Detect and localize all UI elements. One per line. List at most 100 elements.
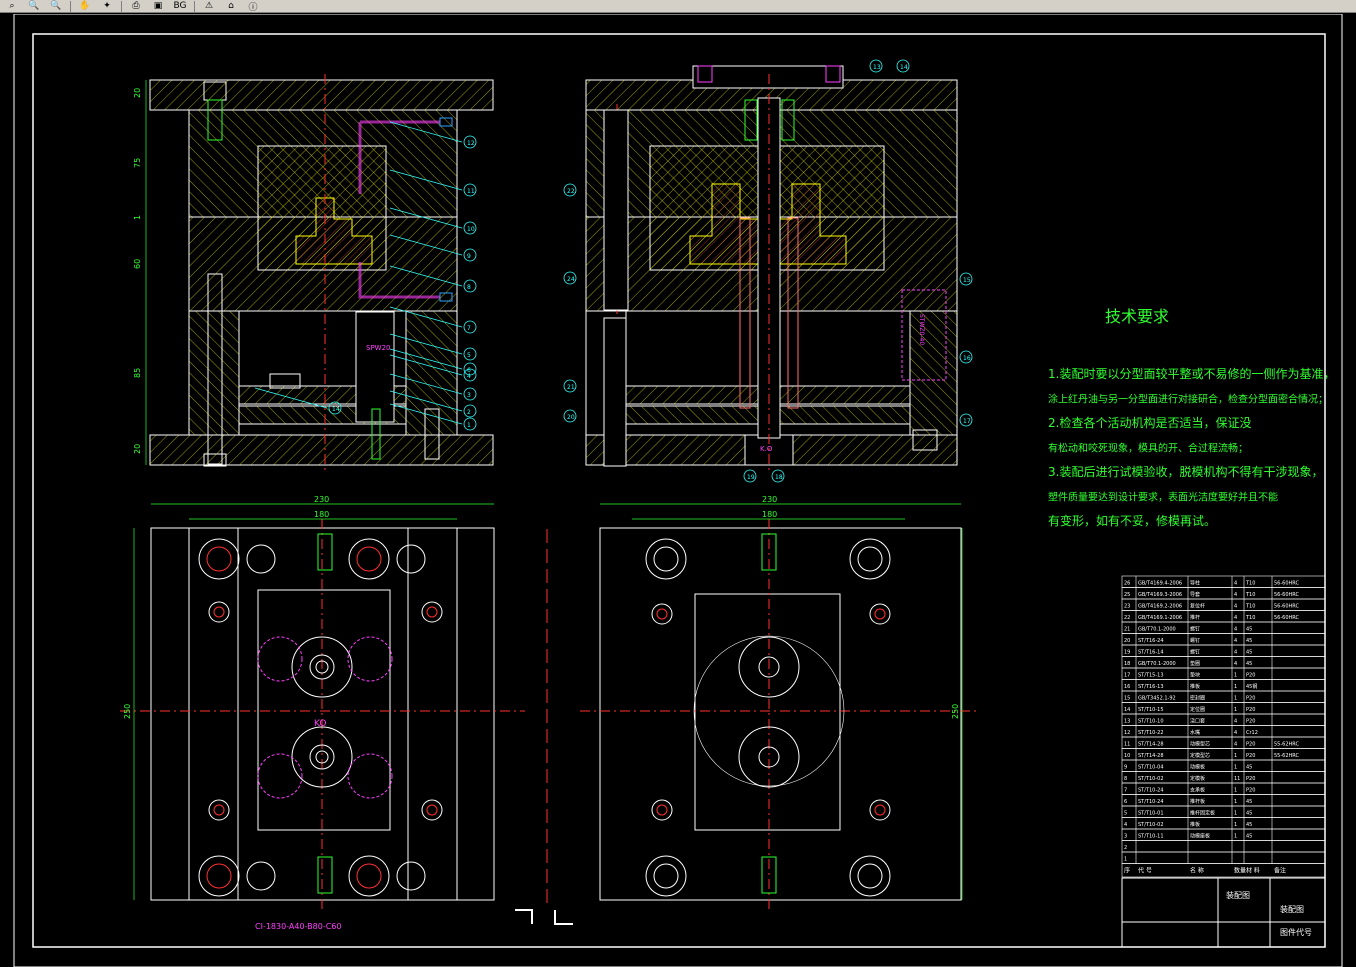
svg-text:装配图: 装配图 — [1280, 904, 1304, 914]
svg-text:数量: 数量 — [1234, 867, 1246, 875]
svg-text:动模型芯: 动模型芯 — [1190, 741, 1210, 748]
bom-row: 25 GB/T4169.3-2006 导套 4 T10 56-60HRC — [1121, 587, 1326, 600]
svg-text:序: 序 — [1124, 867, 1130, 875]
svg-text:5: 5 — [467, 352, 471, 359]
svg-text:推杆板: 推杆板 — [1190, 798, 1205, 805]
bom-row: 7 ST/T10-24 支承板 1 P20 — [1121, 782, 1326, 795]
svg-text:复位杆: 复位杆 — [1190, 603, 1205, 610]
bom-row: 26 GB/T4169.4-2006 导柱 4 T10 56-60HRC — [1121, 575, 1326, 588]
svg-text:20: 20 — [567, 414, 575, 421]
svg-text:17: 17 — [963, 418, 971, 425]
svg-text:1: 1 — [1234, 822, 1237, 828]
balloon: 18 — [771, 469, 785, 483]
copy-icon[interactable]: ▣ — [148, 0, 168, 12]
tech-line: 有松动和咬死现象，模具的开、合过程流畅； — [1048, 442, 1248, 455]
bom-row: 19 ST/T16-14 螺钉 4 45 — [1121, 644, 1326, 657]
svg-text:4: 4 — [1124, 822, 1127, 828]
zoom-window-icon[interactable]: ⌕ — [2, 0, 22, 12]
svg-text:ST/T10-24: ST/T10-24 — [1138, 799, 1164, 805]
svg-text:85: 85 — [133, 368, 142, 378]
tech-line: 2.检查各个活动机构是否适当，保证没 — [1048, 415, 1251, 430]
svg-text:180: 180 — [762, 510, 777, 519]
zoom-out-icon[interactable]: 🔍 — [24, 0, 44, 12]
svg-text:ST/T10-01: ST/T10-01 — [1138, 811, 1164, 817]
svg-text:GB/T70.1-2000: GB/T70.1-2000 — [1138, 661, 1176, 667]
properties-icon[interactable]: ⚠ — [199, 0, 219, 12]
svg-text:1: 1 — [1124, 857, 1127, 863]
svg-text:ST/T10-10: ST/T10-10 — [1138, 719, 1164, 725]
svg-text:1: 1 — [1234, 799, 1237, 805]
bom-row: 4 ST/T10-02 推板 1 45 — [1121, 817, 1326, 830]
svg-text:14: 14 — [332, 406, 340, 413]
plan-view-right: 230 180 250 — [580, 495, 980, 909]
bom-row: 17 ST/T15-13 垫块 1 P20 — [1121, 667, 1326, 680]
tech-line: 有变形，如有不妥，修模再试。 — [1048, 513, 1216, 528]
bom-row: 3 ST/T10-11 动模座板 1 45 — [1121, 828, 1326, 841]
svg-text:20: 20 — [133, 88, 142, 98]
svg-text:Cr12: Cr12 — [1246, 730, 1258, 736]
cad-toolbar: ⌕ 🔍 🔍 ✋ ✦ ⎙ ▣ BG ⚠ ⌂ ⓘ — [0, 0, 1356, 13]
svg-text:P20: P20 — [1246, 673, 1255, 679]
svg-text:16: 16 — [963, 355, 971, 362]
svg-text:垫圈: 垫圈 — [1190, 660, 1200, 667]
bom-row: 12 ST/T10-22 水嘴 4 Cr12 — [1121, 725, 1326, 738]
svg-text:T10: T10 — [1245, 581, 1255, 587]
svg-text:垫块: 垫块 — [1190, 672, 1200, 679]
svg-text:6: 6 — [1124, 799, 1127, 805]
svg-text:推板: 推板 — [1190, 683, 1200, 690]
bom-row: 6 ST/T10-24 推杆板 1 45 — [1121, 794, 1326, 807]
svg-text:11: 11 — [467, 188, 475, 195]
svg-text:定模型芯: 定模型芯 — [1190, 752, 1210, 759]
svg-text:密封圈: 密封圈 — [1190, 695, 1205, 702]
background-color-label[interactable]: BG — [170, 0, 190, 12]
bom-table: 26 GB/T4169.4-2006 导柱 4 T10 56-60HRC 25 GB/T416… — [1121, 575, 1326, 878]
svg-text:导套: 导套 — [1190, 591, 1200, 598]
info-icon[interactable]: ⓘ — [243, 0, 263, 13]
svg-text:P20: P20 — [1246, 707, 1255, 713]
technical-requirements: 技术要求 1.装配时要以分型面较平整或不易修的一侧作为基准， 涂上红丹油与另一分型… — [1048, 307, 1335, 528]
svg-text:T10: T10 — [1245, 604, 1255, 610]
svg-text:23: 23 — [1124, 604, 1130, 610]
svg-text:2: 2 — [467, 409, 471, 416]
pan-icon[interactable]: ✋ — [75, 0, 95, 12]
svg-text:22: 22 — [1124, 615, 1130, 621]
svg-text:支承板: 支承板 — [1190, 787, 1205, 794]
svg-text:ST/T16-14: ST/T16-14 — [1138, 650, 1164, 656]
svg-text:1: 1 — [133, 215, 142, 220]
svg-text:16: 16 — [1124, 684, 1130, 690]
svg-text:P20: P20 — [1246, 696, 1255, 702]
svg-text:GB/T4169.3-2006: GB/T4169.3-2006 — [1138, 592, 1182, 598]
print-icon[interactable]: ⎙ — [126, 0, 146, 12]
svg-text:180: 180 — [314, 510, 329, 519]
svg-text:装配图: 装配图 — [1226, 890, 1250, 900]
svg-text:螺钉: 螺钉 — [1190, 637, 1200, 644]
svg-text:1: 1 — [1234, 673, 1237, 679]
svg-text:250: 250 — [123, 704, 132, 719]
svg-text:1: 1 — [1234, 707, 1237, 713]
svg-text:45: 45 — [1246, 650, 1252, 656]
tech-title: 技术要求 — [1105, 307, 1169, 326]
svg-text:4: 4 — [1234, 661, 1237, 667]
svg-text:56-60HRC: 56-60HRC — [1274, 615, 1300, 621]
svg-text:15: 15 — [963, 277, 971, 284]
svg-text:7: 7 — [467, 325, 471, 332]
svg-text:25: 25 — [1124, 592, 1130, 598]
svg-text:材 料: 材 料 — [1246, 867, 1260, 875]
balloon: 22 — [563, 183, 577, 197]
bom-row: 10 ST/T14-28 定模型芯 1 P20 55-62HRC — [1121, 748, 1326, 761]
svg-text:ST/T16-24: ST/T16-24 — [1138, 638, 1164, 644]
svg-text:21: 21 — [1124, 627, 1130, 633]
svg-text:名 称: 名 称 — [1190, 867, 1204, 875]
zoom-extents-icon[interactable]: 🔍 — [46, 0, 66, 12]
svg-text:推杆: 推杆 — [1190, 614, 1200, 621]
layer-icon[interactable]: ✦ — [97, 0, 117, 12]
svg-text:2: 2 — [1124, 845, 1127, 851]
svg-text:备注: 备注 — [1274, 867, 1286, 875]
svg-text:12: 12 — [1124, 730, 1130, 736]
svg-text:13: 13 — [1124, 719, 1130, 725]
home-icon[interactable]: ⌂ — [221, 0, 241, 12]
svg-text:230: 230 — [762, 495, 777, 504]
plan-view-left: CI-1830-A40-B80-C60 KO 230 180 250 — [120, 495, 525, 931]
tech-line: 涂上红丹油与另一分型面进行对接研合，检查分型面密合情况； — [1048, 393, 1328, 406]
bom-row: 13 ST/T10-10 浇口套 4 P20 — [1121, 713, 1326, 726]
